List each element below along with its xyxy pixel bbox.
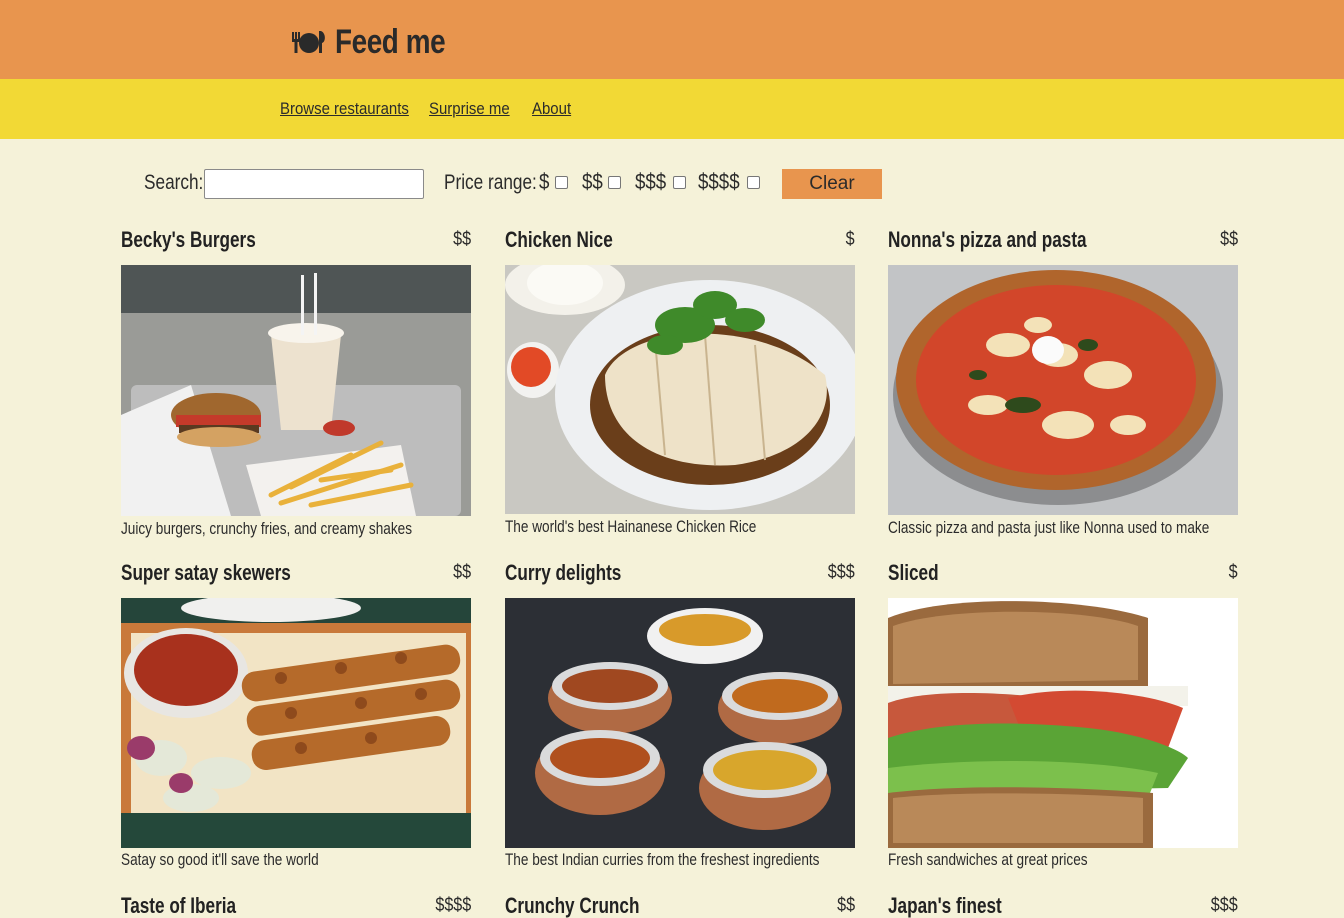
restaurant-card[interactable]: Chicken Nice $ The world's best Hainanes…: [505, 227, 855, 547]
restaurant-price: $$$: [828, 562, 855, 583]
restaurant-price: $$$$: [435, 895, 471, 916]
price-checkbox-2[interactable]: [608, 175, 622, 189]
site-header: Feed me: [0, 0, 1344, 79]
price-option-1[interactable]: $: [539, 169, 569, 195]
restaurant-price: $$: [453, 562, 471, 583]
restaurant-name[interactable]: Nonna's pizza and pasta: [888, 227, 1087, 253]
price-checkbox-3[interactable]: [672, 175, 686, 189]
price-option-4[interactable]: $$$$: [698, 169, 760, 195]
filter-bar: Search: Price range: $ $$ $$$ $$$$ Clear: [0, 165, 1344, 205]
restaurant-description: Fresh sandwiches at great prices: [888, 850, 1088, 869]
restaurant-price: $$: [453, 229, 471, 250]
restaurant-card[interactable]: Super satay skewers $$ Satay so good it'…: [121, 560, 471, 880]
nav-about[interactable]: About: [532, 99, 571, 119]
restaurant-description: Classic pizza and pasta just like Nonna …: [888, 518, 1210, 537]
price-range-label: Price range:: [444, 171, 537, 194]
restaurant-price: $$: [1220, 229, 1238, 250]
restaurant-card[interactable]: Sliced $ Fresh sandwiches at great price…: [888, 560, 1238, 880]
search-input[interactable]: [204, 169, 424, 199]
restaurant-price: $$$: [1211, 895, 1238, 916]
plate-cutlery-icon: [292, 31, 325, 53]
search-label: Search:: [144, 171, 204, 194]
price-option-label: $$$: [635, 169, 667, 194]
price-option-label: $$$$: [698, 169, 740, 194]
clear-button[interactable]: Clear: [782, 169, 882, 199]
restaurant-name[interactable]: Super satay skewers: [121, 560, 291, 586]
restaurant-price: $: [1229, 562, 1238, 583]
price-checkbox-1[interactable]: [555, 175, 569, 189]
restaurant-name[interactable]: Chicken Nice: [505, 227, 613, 253]
restaurant-card[interactable]: Japan's finest $$$: [888, 893, 1238, 918]
restaurant-name[interactable]: Sliced: [888, 560, 939, 586]
price-option-label: $: [539, 169, 550, 194]
nav-browse-restaurants[interactable]: Browse restaurants: [280, 99, 409, 119]
restaurant-price: $: [846, 229, 855, 250]
restaurant-name[interactable]: Becky's Burgers: [121, 227, 256, 253]
burger-meal-photo[interactable]: [121, 265, 471, 516]
restaurant-name[interactable]: Curry delights: [505, 560, 621, 586]
restaurant-description: Satay so good it'll save the world: [121, 850, 319, 869]
price-checkbox-4[interactable]: [746, 175, 760, 189]
sandwich-photo[interactable]: [888, 598, 1238, 848]
restaurant-name[interactable]: Japan's finest: [888, 893, 1002, 918]
satay-photo[interactable]: [121, 598, 471, 848]
curry-bowls-photo[interactable]: [505, 598, 855, 848]
restaurant-card[interactable]: Curry delights $$$ The best Indian curri…: [505, 560, 855, 880]
price-option-2[interactable]: $$: [582, 169, 622, 195]
nav-bar: Browse restaurants Surprise me About: [0, 79, 1344, 139]
nav-surprise-me[interactable]: Surprise me: [429, 99, 510, 119]
pizza-photo[interactable]: [888, 265, 1238, 515]
restaurant-description: The world's best Hainanese Chicken Rice: [505, 517, 757, 536]
restaurant-card[interactable]: Becky's Burgers $$ Juicy burgers, crunch…: [121, 227, 471, 547]
price-option-3[interactable]: $$$: [635, 169, 686, 195]
chicken-rice-photo[interactable]: [505, 265, 855, 514]
restaurant-name[interactable]: Crunchy Crunch: [505, 893, 639, 918]
price-option-label: $$: [582, 169, 603, 194]
site-title: Feed me: [335, 22, 446, 61]
restaurant-card[interactable]: Taste of Iberia $$$$: [121, 893, 471, 918]
restaurant-description: Juicy burgers, crunchy fries, and creamy…: [121, 519, 413, 538]
restaurant-card[interactable]: Crunchy Crunch $$: [505, 893, 855, 918]
restaurant-name[interactable]: Taste of Iberia: [121, 893, 236, 918]
restaurant-price: $$: [837, 895, 855, 916]
brand[interactable]: Feed me: [291, 20, 469, 64]
restaurant-description: The best Indian curries from the freshes…: [505, 850, 820, 869]
restaurant-card[interactable]: Nonna's pizza and pasta $$ Classic pizza…: [888, 227, 1238, 547]
